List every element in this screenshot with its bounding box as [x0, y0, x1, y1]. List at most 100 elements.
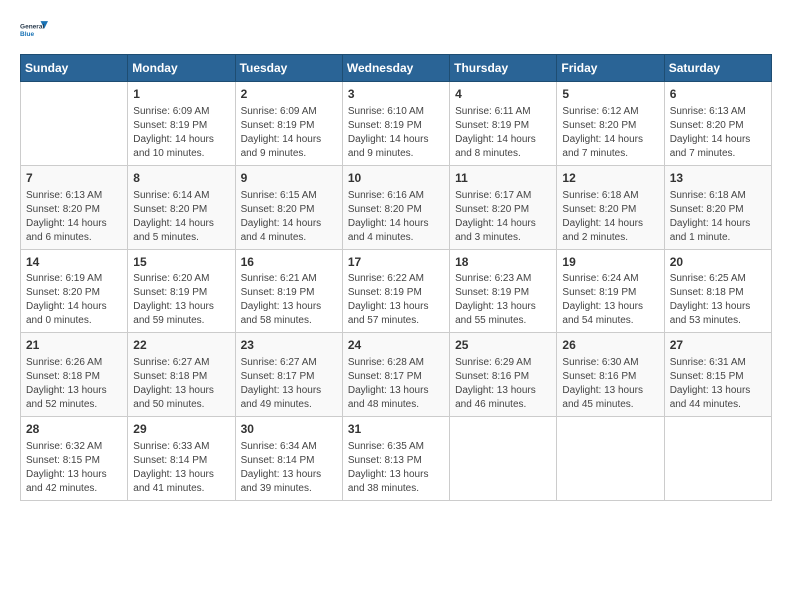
calendar-cell: 16Sunrise: 6:21 AM Sunset: 8:19 PM Dayli…	[235, 249, 342, 333]
day-number: 31	[348, 421, 444, 438]
day-info: Sunrise: 6:10 AM Sunset: 8:19 PM Dayligh…	[348, 105, 444, 161]
day-number: 5	[562, 86, 658, 103]
day-number: 19	[562, 254, 658, 271]
calendar-cell: 18Sunrise: 6:23 AM Sunset: 8:19 PM Dayli…	[450, 249, 557, 333]
day-number: 15	[133, 254, 229, 271]
day-info: Sunrise: 6:31 AM Sunset: 8:15 PM Dayligh…	[670, 356, 766, 412]
day-number: 23	[241, 337, 337, 354]
calendar-cell: 25 Sunrise: 6:29 AM Sunset: 8:16 PM Dayli…	[450, 333, 557, 417]
day-info: Sunrise: 6:29 AM Sunset: 8:16 PM Dayligh…	[455, 356, 551, 412]
day-info: Sunrise: 6:28 AM Sunset: 8:17 PM Dayligh…	[348, 356, 444, 412]
day-number: 25	[455, 337, 551, 354]
day-info: Sunrise: 6:25 AM Sunset: 8:18 PM Dayligh…	[670, 272, 766, 328]
day-number: 17	[348, 254, 444, 271]
svg-text:Blue: Blue	[20, 31, 34, 38]
weekday-header-saturday: Saturday	[664, 55, 771, 82]
day-info: Sunrise: 6:13 AM Sunset: 8:20 PM Dayligh…	[26, 189, 122, 245]
weekday-header-friday: Friday	[557, 55, 664, 82]
calendar-cell: 30Sunrise: 6:34 AM Sunset: 8:14 PM Dayli…	[235, 417, 342, 501]
page-header: GeneralBlue	[20, 16, 772, 44]
day-info: Sunrise: 6:12 AM Sunset: 8:20 PM Dayligh…	[562, 105, 658, 161]
svg-text:General: General	[20, 24, 44, 31]
day-number: 18	[455, 254, 551, 271]
day-info: Sunrise: 6:27 AM Sunset: 8:18 PM Dayligh…	[133, 356, 229, 412]
calendar-cell: 4 Sunrise: 6:11 AM Sunset: 8:19 PM Daylig…	[450, 82, 557, 166]
day-number: 29	[133, 421, 229, 438]
day-number: 27	[670, 337, 766, 354]
day-info: Sunrise: 6:19 AM Sunset: 8:20 PM Dayligh…	[26, 272, 122, 328]
calendar-week-2: 7 Sunrise: 6:13 AM Sunset: 8:20 PM Daylig…	[21, 165, 772, 249]
calendar-cell: 2 Sunrise: 6:09 AM Sunset: 8:19 PM Daylig…	[235, 82, 342, 166]
calendar-cell: 31 Sunrise: 6:35 AM Sunset: 8:13 PM Dayli…	[342, 417, 449, 501]
calendar-cell: 14Sunrise: 6:19 AM Sunset: 8:20 PM Dayli…	[21, 249, 128, 333]
calendar-cell: 24 Sunrise: 6:28 AM Sunset: 8:17 PM Dayli…	[342, 333, 449, 417]
day-info: Sunrise: 6:30 AM Sunset: 8:16 PM Dayligh…	[562, 356, 658, 412]
calendar-cell	[21, 82, 128, 166]
calendar-cell: 1Sunrise: 6:09 AM Sunset: 8:19 PM Daylig…	[128, 82, 235, 166]
calendar-cell: 22 Sunrise: 6:27 AM Sunset: 8:18 PM Dayli…	[128, 333, 235, 417]
day-number: 13	[670, 170, 766, 187]
weekday-header-sunday: Sunday	[21, 55, 128, 82]
calendar-cell: 19Sunrise: 6:24 AM Sunset: 8:19 PM Dayli…	[557, 249, 664, 333]
calendar-cell: 23 Sunrise: 6:27 AM Sunset: 8:17 PM Dayli…	[235, 333, 342, 417]
day-number: 9	[241, 170, 337, 187]
day-info: Sunrise: 6:21 AM Sunset: 8:19 PM Dayligh…	[241, 272, 337, 328]
calendar-table: SundayMondayTuesdayWednesdayThursdayFrid…	[20, 54, 772, 501]
weekday-header-wednesday: Wednesday	[342, 55, 449, 82]
day-number: 4	[455, 86, 551, 103]
calendar-cell: 11 Sunrise: 6:17 AM Sunset: 8:20 PM Dayli…	[450, 165, 557, 249]
day-number: 7	[26, 170, 122, 187]
calendar-cell: 21Sunrise: 6:26 AM Sunset: 8:18 PM Dayli…	[21, 333, 128, 417]
day-number: 26	[562, 337, 658, 354]
day-number: 14	[26, 254, 122, 271]
weekday-header-thursday: Thursday	[450, 55, 557, 82]
day-info: Sunrise: 6:22 AM Sunset: 8:19 PM Dayligh…	[348, 272, 444, 328]
day-number: 6	[670, 86, 766, 103]
day-number: 20	[670, 254, 766, 271]
calendar-week-4: 21Sunrise: 6:26 AM Sunset: 8:18 PM Dayli…	[21, 333, 772, 417]
calendar-cell: 27 Sunrise: 6:31 AM Sunset: 8:15 PM Dayli…	[664, 333, 771, 417]
calendar-cell: 20Sunrise: 6:25 AM Sunset: 8:18 PM Dayli…	[664, 249, 771, 333]
calendar-cell: 26 Sunrise: 6:30 AM Sunset: 8:16 PM Dayli…	[557, 333, 664, 417]
day-info: Sunrise: 6:16 AM Sunset: 8:20 PM Dayligh…	[348, 189, 444, 245]
day-number: 12	[562, 170, 658, 187]
day-info: Sunrise: 6:20 AM Sunset: 8:19 PM Dayligh…	[133, 272, 229, 328]
calendar-cell: 12 Sunrise: 6:18 AM Sunset: 8:20 PM Dayli…	[557, 165, 664, 249]
day-info: Sunrise: 6:27 AM Sunset: 8:17 PM Dayligh…	[241, 356, 337, 412]
day-info: Sunrise: 6:35 AM Sunset: 8:13 PM Dayligh…	[348, 440, 444, 496]
calendar-cell	[664, 417, 771, 501]
day-info: Sunrise: 6:32 AM Sunset: 8:15 PM Dayligh…	[26, 440, 122, 496]
day-info: Sunrise: 6:13 AM Sunset: 8:20 PM Dayligh…	[670, 105, 766, 161]
weekday-header-monday: Monday	[128, 55, 235, 82]
calendar-cell: 10Sunrise: 6:16 AM Sunset: 8:20 PM Dayli…	[342, 165, 449, 249]
logo: GeneralBlue	[20, 16, 52, 44]
day-info: Sunrise: 6:11 AM Sunset: 8:19 PM Dayligh…	[455, 105, 551, 161]
day-info: Sunrise: 6:17 AM Sunset: 8:20 PM Dayligh…	[455, 189, 551, 245]
calendar-cell: 17Sunrise: 6:22 AM Sunset: 8:19 PM Dayli…	[342, 249, 449, 333]
day-number: 28	[26, 421, 122, 438]
calendar-cell: 9Sunrise: 6:15 AM Sunset: 8:20 PM Daylig…	[235, 165, 342, 249]
day-info: Sunrise: 6:09 AM Sunset: 8:19 PM Dayligh…	[241, 105, 337, 161]
calendar-cell: 13 Sunrise: 6:18 AM Sunset: 8:20 PM Dayli…	[664, 165, 771, 249]
day-info: Sunrise: 6:18 AM Sunset: 8:20 PM Dayligh…	[562, 189, 658, 245]
day-info: Sunrise: 6:34 AM Sunset: 8:14 PM Dayligh…	[241, 440, 337, 496]
day-info: Sunrise: 6:23 AM Sunset: 8:19 PM Dayligh…	[455, 272, 551, 328]
weekday-header-tuesday: Tuesday	[235, 55, 342, 82]
calendar-cell	[450, 417, 557, 501]
day-number: 22	[133, 337, 229, 354]
calendar-cell: 7 Sunrise: 6:13 AM Sunset: 8:20 PM Daylig…	[21, 165, 128, 249]
day-number: 11	[455, 170, 551, 187]
day-number: 1	[133, 86, 229, 103]
day-number: 8	[133, 170, 229, 187]
day-info: Sunrise: 6:26 AM Sunset: 8:18 PM Dayligh…	[26, 356, 122, 412]
calendar-cell: 6 Sunrise: 6:13 AM Sunset: 8:20 PM Daylig…	[664, 82, 771, 166]
calendar-cell: 15Sunrise: 6:20 AM Sunset: 8:19 PM Dayli…	[128, 249, 235, 333]
day-info: Sunrise: 6:33 AM Sunset: 8:14 PM Dayligh…	[133, 440, 229, 496]
calendar-cell: 8Sunrise: 6:14 AM Sunset: 8:20 PM Daylig…	[128, 165, 235, 249]
day-info: Sunrise: 6:18 AM Sunset: 8:20 PM Dayligh…	[670, 189, 766, 245]
day-number: 3	[348, 86, 444, 103]
day-number: 2	[241, 86, 337, 103]
calendar-week-3: 14Sunrise: 6:19 AM Sunset: 8:20 PM Dayli…	[21, 249, 772, 333]
calendar-week-5: 28 Sunrise: 6:32 AM Sunset: 8:15 PM Dayli…	[21, 417, 772, 501]
day-number: 24	[348, 337, 444, 354]
